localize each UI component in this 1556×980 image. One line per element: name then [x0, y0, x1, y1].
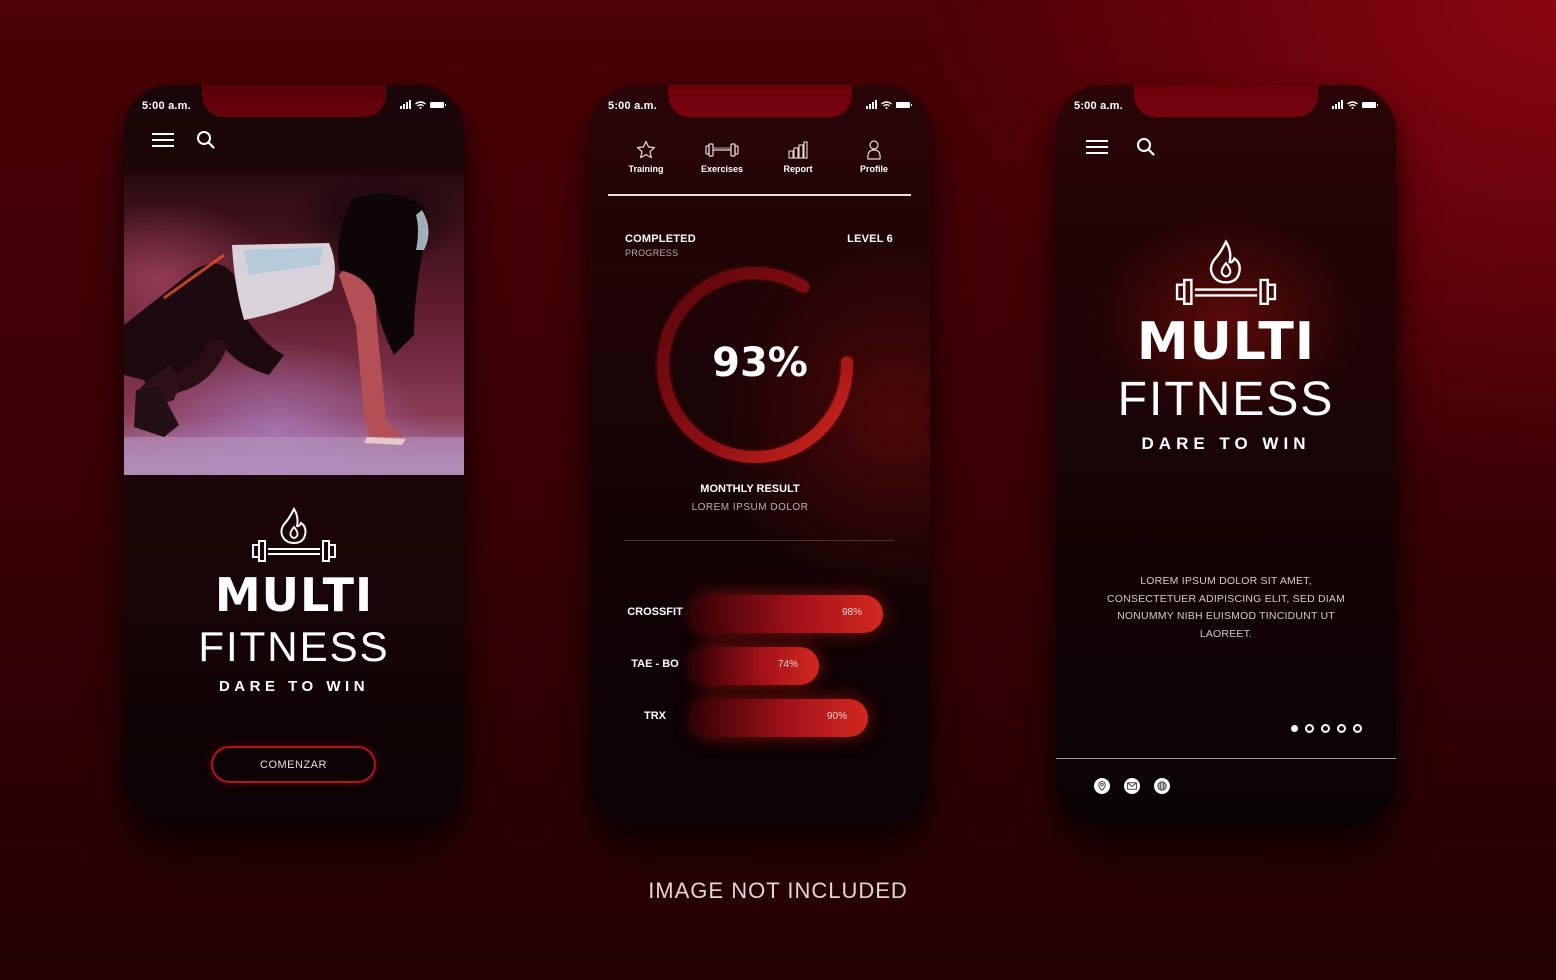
brand-logo: MULTI FITNESS DARE TO WIN	[1056, 237, 1396, 454]
tab-bar: Training Exercises Report Profile	[608, 140, 912, 174]
pagination-dot[interactable]	[1353, 724, 1362, 733]
tabs-divider	[608, 194, 911, 196]
bar-fill	[694, 647, 819, 685]
bar-row-trx: TRX 90%	[590, 699, 930, 737]
social-links	[1094, 778, 1170, 794]
brand-name-primary: MULTI	[214, 568, 374, 622]
status-time: 5:00 a.m.	[142, 100, 191, 112]
tab-label: Report	[783, 164, 813, 174]
battery-icon	[896, 101, 912, 108]
pagination-dot[interactable]	[1321, 724, 1330, 733]
bar-chart-icon	[788, 141, 808, 159]
wifi-icon	[881, 100, 892, 109]
description-text: LOREM IPSUM DOLOR SIT AMET, CONSECTETUER…	[1106, 575, 1346, 640]
monthly-result-subtitle: LOREM IPSUM DOLOR	[691, 502, 809, 513]
flame-barbell-icon	[1175, 239, 1277, 306]
notch	[668, 85, 852, 117]
dumbbell-icon	[705, 143, 739, 157]
signal-icon	[400, 100, 411, 109]
status-time: 5:00 a.m.	[1074, 100, 1123, 112]
tab-training[interactable]: Training	[608, 140, 684, 174]
user-icon	[867, 140, 881, 160]
comenzar-button[interactable]: COMENZAR	[211, 746, 376, 783]
progress-percent: 93%	[712, 340, 808, 386]
brand-name-primary: MULTI	[1136, 312, 1316, 372]
phone-progress-screen: 5:00 a.m. Training Exercises Report Prof…	[590, 85, 930, 823]
tab-label: Training	[628, 164, 664, 174]
status-icons	[866, 100, 912, 109]
monthly-result-title: MONTHLY RESULT	[700, 483, 800, 495]
image-not-included-caption: IMAGE NOT INCLUDED	[648, 878, 908, 903]
battery-icon	[430, 101, 446, 108]
pagination-dot[interactable]	[1305, 724, 1314, 733]
hamburger-menu-icon[interactable]	[152, 132, 174, 148]
brand-tagline: DARE TO WIN	[218, 678, 370, 695]
phone-splash-screen: 5:00 a.m. MULTI FITNESS DARE TO WIN LORE…	[1056, 85, 1396, 823]
bar-label: TRX	[644, 710, 666, 722]
bar-value: 98%	[842, 607, 863, 618]
bar-row-tae-bo: TAE - BO 74%	[590, 647, 930, 685]
pagination-dot[interactable]	[1291, 725, 1298, 732]
mail-icon[interactable]	[1124, 778, 1140, 794]
status-time: 5:00 a.m.	[608, 100, 657, 112]
bar-label: CROSSFIT	[627, 606, 683, 618]
completed-title: COMPLETED	[625, 233, 696, 245]
location-pin-icon[interactable]	[1094, 778, 1110, 794]
tab-label: Exercises	[700, 164, 744, 174]
tab-profile[interactable]: Profile	[836, 140, 912, 174]
wifi-icon	[1347, 100, 1358, 109]
globe-icon[interactable]	[1154, 778, 1170, 794]
search-icon[interactable]	[196, 130, 215, 149]
brand-tagline: DARE TO WIN	[1141, 434, 1311, 453]
status-icons	[1332, 100, 1378, 109]
tab-label: Profile	[859, 164, 888, 174]
athlete-silhouette	[124, 193, 464, 475]
completed-subtitle: PROGRESS	[625, 248, 679, 258]
section-divider	[624, 540, 894, 541]
bar-value: 90%	[827, 711, 848, 722]
bar-row-crossfit: CROSSFIT 98%	[590, 595, 930, 633]
brand-name-secondary: FITNESS	[1117, 373, 1335, 426]
brand-logo: MULTI FITNESS DARE TO WIN	[124, 505, 464, 695]
star-icon	[636, 140, 656, 159]
bar-value: 74%	[778, 659, 799, 670]
signal-icon	[1332, 100, 1343, 109]
level-label: LEVEL 6	[847, 233, 893, 245]
topbar	[1086, 137, 1155, 156]
footer-divider	[1056, 758, 1396, 759]
notch	[202, 85, 386, 117]
flame-barbell-icon	[252, 506, 336, 562]
pagination-dots	[1291, 724, 1362, 733]
brand-name-secondary: FITNESS	[198, 623, 390, 670]
search-icon[interactable]	[1136, 137, 1155, 156]
tab-report[interactable]: Report	[760, 140, 836, 174]
hero-photo	[124, 175, 464, 475]
topbar	[152, 130, 215, 149]
status-icons	[400, 100, 446, 109]
signal-icon	[866, 100, 877, 109]
bar-label: TAE - BO	[631, 658, 679, 670]
phone-welcome-screen: 5:00 a.m. MULTI FITNESS DARE TO WIN COME…	[124, 85, 464, 823]
notch	[1134, 85, 1318, 117]
battery-icon	[1362, 101, 1378, 108]
pagination-dot[interactable]	[1337, 724, 1346, 733]
wifi-icon	[415, 100, 426, 109]
tab-exercises[interactable]: Exercises	[684, 140, 760, 174]
hamburger-menu-icon[interactable]	[1086, 139, 1108, 155]
